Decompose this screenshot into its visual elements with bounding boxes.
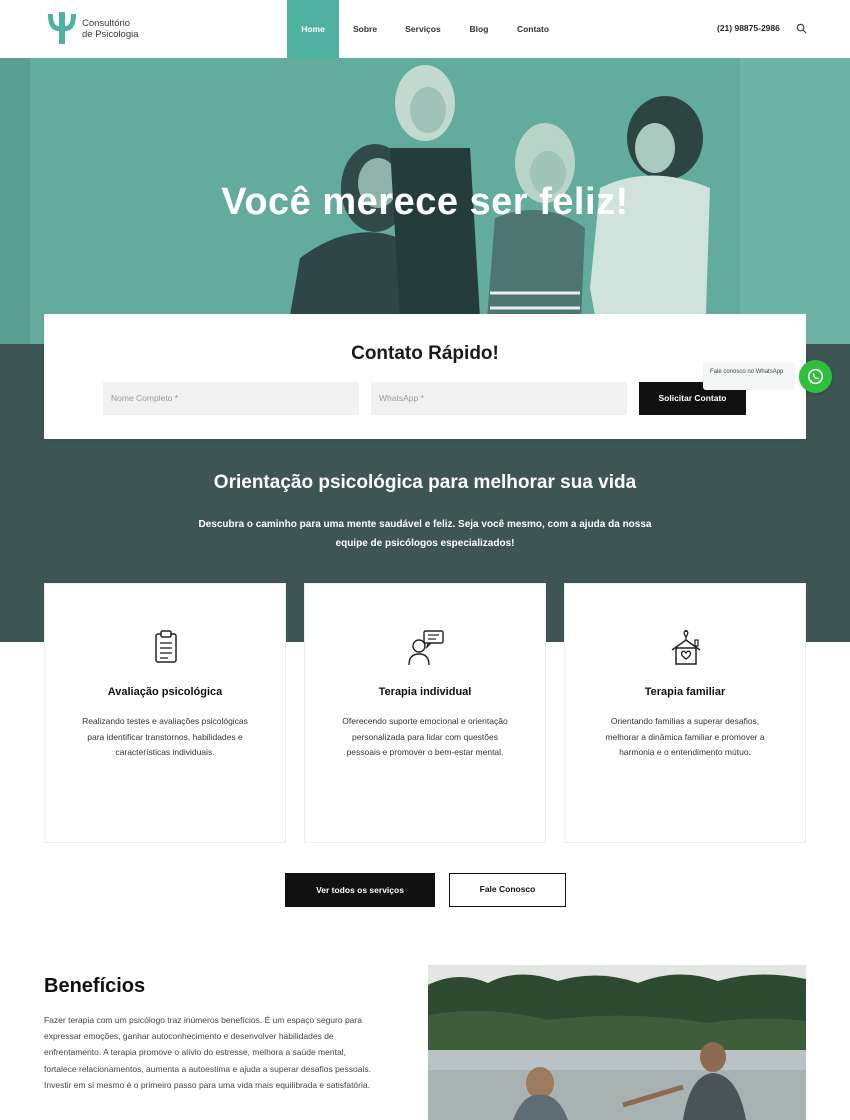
- clipboard-icon: [155, 630, 177, 663]
- orientation-text: Descubra o caminho para uma mente saudáv…: [198, 519, 652, 549]
- service-title: Terapia familiar: [644, 686, 726, 698]
- benefits-title: Benefícios: [44, 975, 146, 997]
- nav-item-contato[interactable]: Contato: [503, 0, 563, 58]
- phone-number[interactable]: (21) 98875-2986: [717, 23, 780, 33]
- logo-line-1: Consultório: [82, 18, 131, 29]
- whatsapp-icon: [807, 368, 824, 385]
- service-desc: Orientando famílias a superar desafios, …: [605, 716, 765, 757]
- logo-text: Consultório de Psicologia: [82, 18, 139, 40]
- service-desc: Oferecendo suporte emocional e orientaçã…: [342, 716, 508, 757]
- person-chat-icon: [408, 630, 444, 666]
- whatsapp-input[interactable]: WhatsApp *: [371, 382, 627, 415]
- logo-line-2: de Psicologia: [82, 29, 139, 40]
- benefits-text: Fazer terapia com um psicólogo traz inúm…: [44, 1015, 371, 1090]
- psi-logo-icon: [48, 12, 76, 44]
- family-home-icon: [671, 630, 701, 665]
- site-header: Consultório de Psicologia Home Sobre Ser…: [0, 0, 850, 58]
- search-icon[interactable]: [796, 23, 807, 34]
- benefits-photo-couple: [428, 965, 806, 1120]
- service-card[interactable]: Avaliação psicológica Realizando testes …: [44, 583, 286, 843]
- hero-banner: Você merece ser feliz!: [0, 58, 850, 344]
- service-card[interactable]: Terapia individual Oferecendo suporte em…: [304, 583, 546, 843]
- nav-item-sobre[interactable]: Sobre: [339, 0, 391, 58]
- logo[interactable]: Consultório de Psicologia: [44, 10, 139, 48]
- service-title: Terapia individual: [378, 686, 472, 698]
- orientation-title: Orientação psicológica para melhorar sua…: [213, 472, 637, 493]
- service-card[interactable]: Terapia familiar Orientando famílias a s…: [564, 583, 806, 843]
- whatsapp-button[interactable]: [799, 360, 832, 393]
- name-input[interactable]: Nome Completo *: [103, 382, 359, 415]
- service-desc: Realizando testes e avaliações psicológi…: [82, 716, 248, 757]
- nav-item-blog[interactable]: Blog: [455, 0, 503, 58]
- all-services-button[interactable]: Ver todos os serviços: [285, 873, 435, 907]
- contact-us-button[interactable]: Fale Conosco: [449, 873, 566, 907]
- service-title: Avaliação psicológica: [107, 686, 223, 698]
- quick-contact-card: Contato Rápido! Nome Completo * WhatsApp…: [44, 314, 806, 439]
- quick-contact-title: Contato Rápido!: [351, 343, 499, 364]
- nav-item-servicos[interactable]: Serviços: [391, 0, 455, 58]
- whatsapp-tooltip[interactable]: Fale conosco no WhatsApp: [703, 362, 795, 390]
- main-nav: Home Sobre Serviços Blog Contato: [287, 0, 563, 58]
- nav-item-home[interactable]: Home: [287, 0, 339, 58]
- hero-title: Você merece ser feliz!: [221, 181, 629, 223]
